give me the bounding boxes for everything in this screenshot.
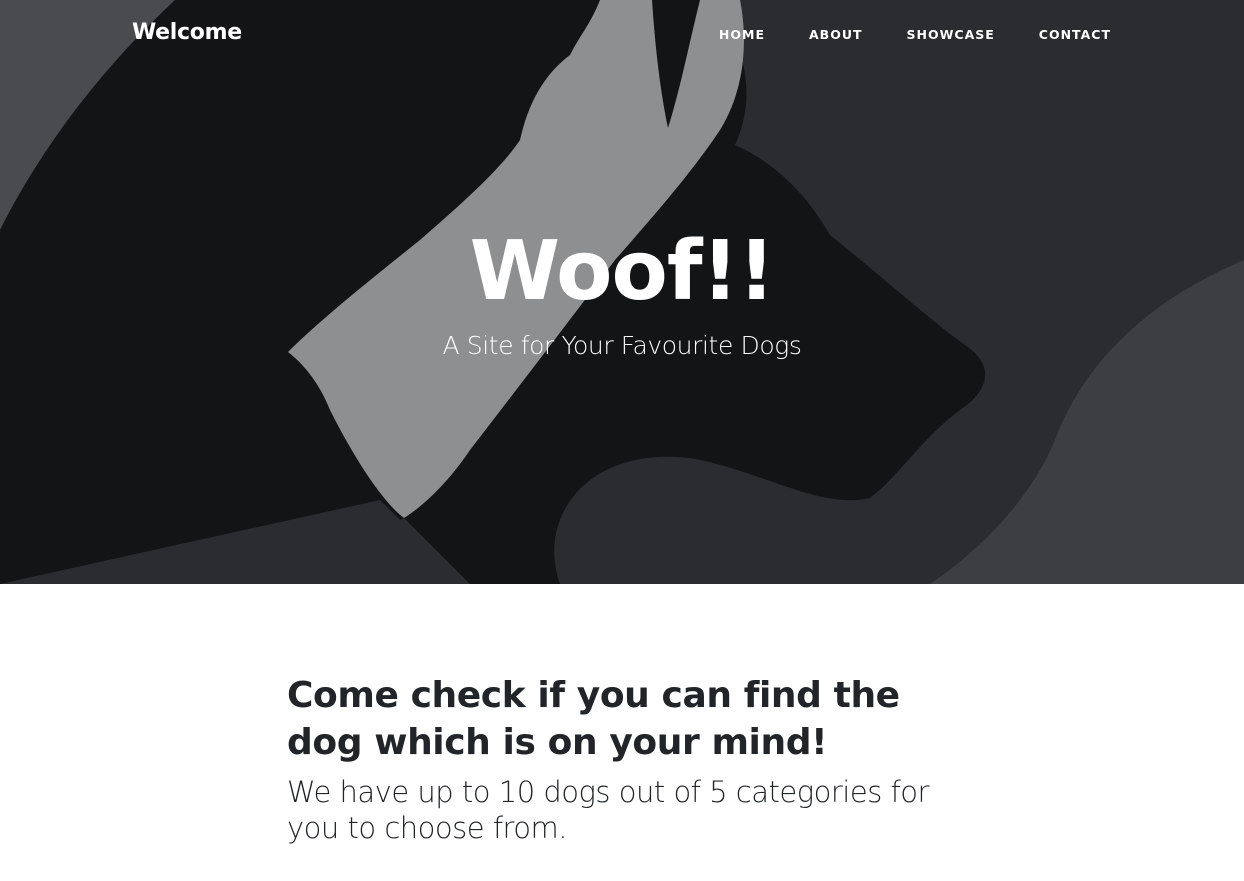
hero-title: Woof!! [469,224,776,319]
navbar: Welcome HOME ABOUT SHOWCASE CONTACT [0,0,1244,70]
nav-link-about[interactable]: ABOUT [809,27,863,42]
nav-link-home[interactable]: HOME [719,27,765,42]
nav-link-contact[interactable]: CONTACT [1039,27,1111,42]
hero-content: Woof!! A Site for Your Favourite Dogs [0,222,1244,362]
brand-link[interactable]: Welcome [132,20,242,45]
nav-links: HOME ABOUT SHOWCASE CONTACT [675,27,1111,42]
hero-subtitle: A Site for Your Favourite Dogs [442,331,802,360]
intro-section: Come check if you can find the dog which… [287,672,957,846]
intro-text: We have up to 10 dogs out of 5 categorie… [287,775,929,845]
nav-link-showcase[interactable]: SHOWCASE [907,27,995,42]
intro-heading: Come check if you can find the dog which… [287,675,900,763]
hero-section: Welcome HOME ABOUT SHOWCASE CONTACT Woof… [0,0,1244,584]
